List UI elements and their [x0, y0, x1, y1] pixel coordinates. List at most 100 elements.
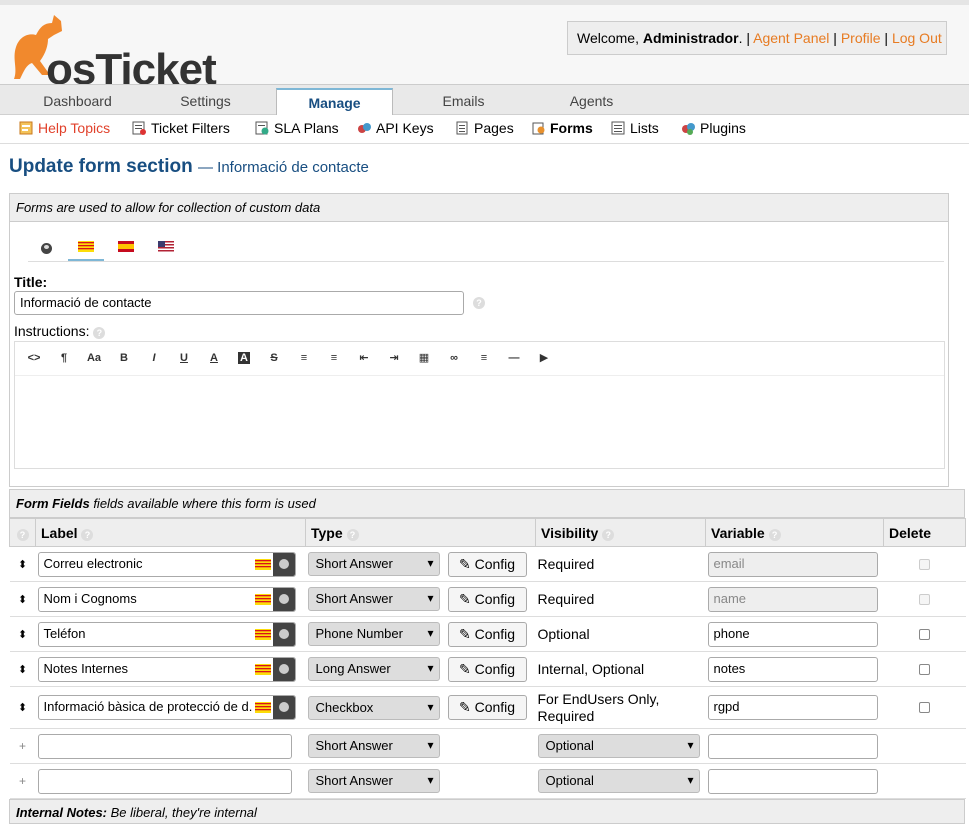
field-type-select[interactable]: Long Answer — [307, 657, 440, 681]
new-field-type-select[interactable]: Short Answer — [307, 769, 440, 793]
catalan-flag-icon — [254, 628, 271, 640]
config-button[interactable]: ✎ Config — [447, 586, 527, 612]
align-button[interactable]: ≡ — [469, 348, 499, 368]
field-type-select[interactable]: Checkbox — [307, 695, 440, 720]
italic-button[interactable]: I — [139, 348, 169, 368]
html-code-button[interactable]: <> — [19, 348, 49, 368]
field-label-input[interactable]: Notes Internes — [37, 656, 296, 682]
help-icon[interactable]: ? — [602, 528, 615, 541]
subnav-pages[interactable]: Pages — [455, 120, 514, 140]
field-type-select[interactable]: Short Answer — [307, 587, 440, 611]
underline-button[interactable]: U — [169, 348, 199, 368]
delete-checkbox[interactable] — [919, 628, 930, 640]
page-title: Update form section — Informació de cont… — [9, 156, 369, 177]
title-input[interactable]: Informació de contacte — [14, 291, 464, 315]
new-field-label-input[interactable] — [37, 733, 292, 759]
config-button[interactable]: ✎ Config — [447, 621, 527, 647]
lang-tab-catalan[interactable] — [68, 234, 104, 261]
config-button[interactable]: ✎ Config — [447, 656, 527, 682]
catalan-flag-icon — [254, 558, 271, 570]
globe-icon[interactable] — [272, 622, 295, 646]
field-type-select[interactable]: Short Answer — [307, 552, 440, 576]
table-button[interactable]: ▦ — [409, 348, 439, 368]
pages-icon — [455, 121, 469, 135]
subnav-help-topics[interactable]: Help Topics — [19, 120, 110, 140]
subnav-api-keys[interactable]: API Keys — [357, 120, 434, 140]
help-icon[interactable]: ? — [346, 528, 359, 541]
new-field-visibility-select[interactable]: Optional — [537, 769, 700, 793]
tab-agents[interactable]: Agents — [534, 88, 649, 116]
table-row: ⬍ Nom i Cognoms Short Answer ✎ Config Req… — [9, 581, 966, 617]
top-bar: osTicket Welcome, Administrador. | Agent… — [0, 0, 969, 94]
subnav-lists[interactable]: Lists — [611, 120, 659, 140]
catalan-flag-icon — [254, 702, 271, 713]
us-flag-icon — [158, 241, 174, 252]
lang-tab-english[interactable] — [148, 234, 184, 261]
tab-emails[interactable]: Emails — [406, 88, 521, 116]
help-icon[interactable]: ? — [473, 297, 485, 309]
drag-handle-icon[interactable]: ⬍ — [9, 616, 36, 652]
field-label-input[interactable]: Nom i Cognoms — [37, 586, 296, 612]
drag-handle-icon[interactable]: ⬍ — [9, 546, 36, 582]
globe-icon[interactable] — [272, 552, 295, 576]
username: Administrador — [642, 30, 739, 46]
subnav-ticket-filters[interactable]: Ticket Filters — [132, 120, 230, 140]
field-visibility: Optional — [535, 616, 706, 652]
variable-input[interactable]: phone — [707, 621, 878, 647]
instructions-editor[interactable]: <> ¶ Aa B I U A A S ≡ ≡ ⇤ ⇥ ▦ ∞ ≡ — ▶ — [14, 341, 945, 469]
strikethrough-button[interactable]: S — [259, 348, 289, 368]
globe-icon[interactable] — [272, 657, 295, 681]
link-button[interactable]: ∞ — [439, 348, 469, 368]
tab-settings[interactable]: Settings — [148, 88, 263, 116]
subnav-forms[interactable]: Forms — [531, 120, 593, 140]
new-variable-input[interactable] — [707, 733, 878, 759]
ordered-list-button[interactable]: ≡ — [319, 348, 349, 368]
agent-panel-link[interactable]: Agent Panel — [753, 30, 829, 46]
field-visibility: For EndUsers Only, Required — [535, 686, 706, 729]
config-button[interactable]: ✎ Config — [447, 551, 527, 577]
field-type-select[interactable]: Phone Number — [307, 622, 440, 646]
new-field-label-input[interactable] — [37, 768, 292, 794]
outdent-button[interactable]: ⇤ — [349, 348, 379, 368]
field-label-input[interactable]: Teléfon — [37, 621, 296, 647]
config-button[interactable]: ✎ Config — [447, 695, 527, 720]
lang-tab-spanish[interactable] — [108, 234, 144, 261]
lang-tab-default[interactable] — [28, 234, 64, 261]
delete-checkbox[interactable] — [919, 702, 930, 713]
help-icon[interactable]: ? — [16, 528, 29, 541]
drag-handle-icon[interactable]: ⬍ — [9, 581, 36, 617]
drag-handle-icon[interactable]: ⬍ — [9, 651, 36, 687]
form-section: Forms are used to allow for collection o… — [9, 193, 949, 487]
subnav-sla-plans[interactable]: SLA Plans — [255, 120, 339, 140]
globe-icon[interactable] — [272, 696, 295, 719]
tab-dashboard[interactable]: Dashboard — [20, 88, 135, 116]
video-button[interactable]: ▶ — [529, 348, 559, 368]
new-variable-input[interactable] — [707, 768, 878, 794]
delete-checkbox[interactable] — [919, 663, 930, 675]
new-field-type-select[interactable]: Short Answer — [307, 734, 440, 758]
bold-button[interactable]: B — [109, 348, 139, 368]
indent-button[interactable]: ⇥ — [379, 348, 409, 368]
help-icon[interactable]: ? — [81, 528, 94, 541]
variable-input[interactable]: notes — [707, 656, 878, 682]
help-icon[interactable]: ? — [768, 528, 781, 541]
logo[interactable]: osTicket — [6, 13, 217, 94]
background-color-button[interactable]: A — [229, 348, 259, 368]
unordered-list-button[interactable]: ≡ — [289, 348, 319, 368]
horizontal-rule-button[interactable]: — — [499, 348, 529, 368]
drag-handle-icon[interactable]: ⬍ — [9, 686, 36, 729]
variable-input[interactable]: rgpd — [707, 695, 878, 720]
new-field-visibility-select[interactable]: Optional — [537, 734, 700, 758]
subnav-plugins[interactable]: Plugins — [681, 120, 746, 140]
globe-icon[interactable] — [272, 587, 295, 611]
font-size-button[interactable]: Aa — [79, 348, 109, 368]
paragraph-button[interactable]: ¶ — [49, 348, 79, 368]
tab-manage[interactable]: Manage — [276, 88, 393, 116]
profile-link[interactable]: Profile — [841, 30, 881, 46]
font-color-button[interactable]: A — [199, 348, 229, 368]
field-label-input[interactable]: Correu electronic — [37, 551, 296, 577]
help-icon[interactable]: ? — [93, 327, 106, 339]
logout-link[interactable]: Log Out — [892, 30, 942, 46]
forms-icon — [531, 121, 545, 135]
field-label-input[interactable]: Informació bàsica de protecció de d. — [37, 695, 296, 720]
